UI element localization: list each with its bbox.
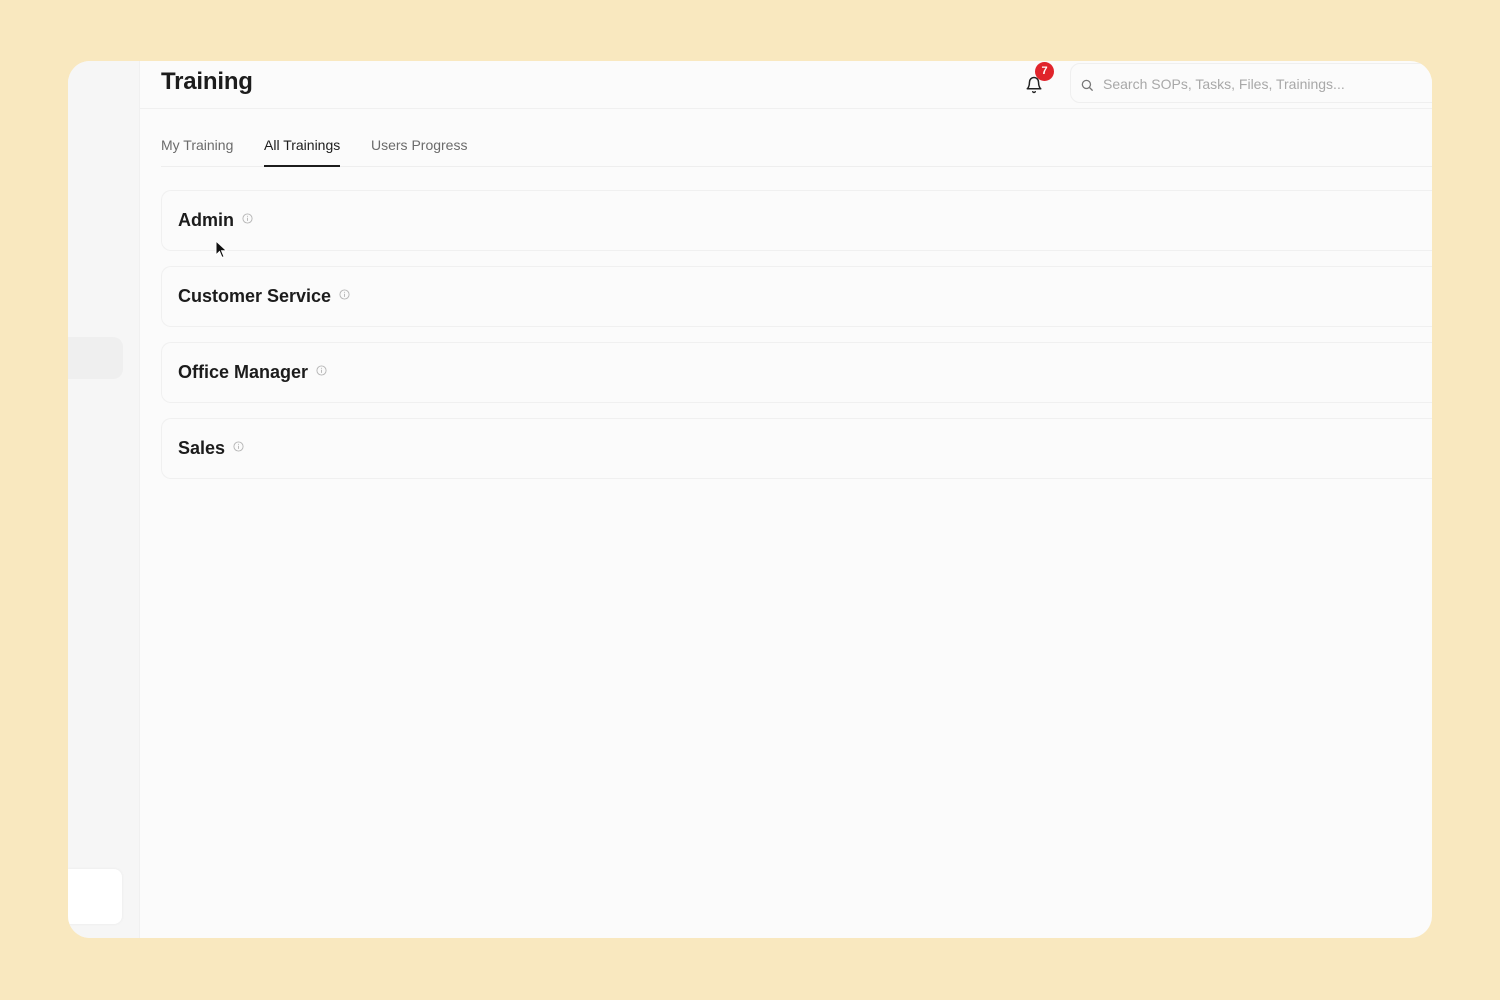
search-icon (1081, 79, 1093, 91)
group-title-text: Customer Service (178, 286, 332, 306)
group-title: Office Manager (178, 362, 327, 383)
sidebar (68, 61, 140, 938)
group-card-admin[interactable]: Admin (161, 190, 1432, 251)
info-icon[interactable] (316, 365, 327, 376)
header: Training 7 (140, 61, 1432, 109)
notification-badge: 7 (1035, 62, 1054, 81)
info-icon[interactable] (339, 289, 350, 300)
group-title: Sales (178, 438, 244, 459)
group-title-text: Admin (178, 210, 234, 230)
group-card-office-manager[interactable]: Office Manager (161, 342, 1432, 403)
group-title-text: Sales (178, 438, 226, 458)
search-input[interactable] (1101, 73, 1432, 95)
info-icon[interactable] (242, 213, 253, 224)
tab-bar: My Training All Trainings Users Progress (161, 123, 1432, 167)
group-title: Customer Service (178, 286, 350, 307)
tab-users-progress[interactable]: Users Progress (371, 137, 467, 153)
mouse-cursor-icon (215, 240, 228, 259)
search-box (1070, 63, 1432, 103)
page-title: Training (161, 68, 253, 95)
group-title: Admin (178, 210, 253, 231)
sidebar-bottom-item[interactable] (68, 869, 122, 924)
sidebar-active-item[interactable] (68, 337, 123, 379)
tab-my-training[interactable]: My Training (161, 137, 233, 153)
tab-all-trainings[interactable]: All Trainings (264, 137, 341, 167)
info-icon[interactable] (233, 441, 244, 452)
group-card-customer-service[interactable]: Customer Service (161, 266, 1432, 327)
group-card-sales[interactable]: Sales (161, 418, 1432, 479)
training-group-list: Admin Customer Service Office Manager Sa… (161, 190, 1432, 494)
group-title-text: Office Manager (178, 362, 309, 382)
app-window: Training 7 My Training All Trainings Use… (68, 61, 1432, 938)
